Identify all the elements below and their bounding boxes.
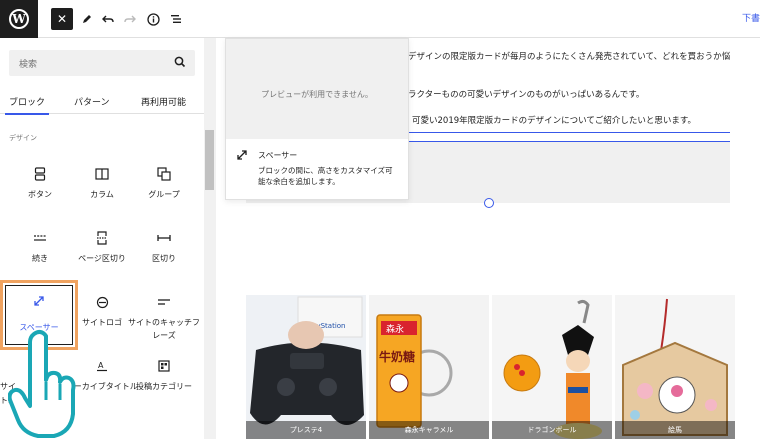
product-caption: ドラゴンボール	[492, 421, 612, 439]
block-more[interactable]: 続き	[8, 224, 72, 288]
product-image-dragonball[interactable]: ドラゴンボール	[492, 295, 612, 439]
caramel-top-label: 森永	[386, 323, 404, 335]
block-label: 投稿カテゴリー	[136, 382, 192, 391]
buttons-icon	[8, 166, 72, 182]
block-label: ページ区切り	[78, 254, 126, 263]
save-draft-link[interactable]: 下書	[742, 11, 760, 24]
scrollbar-thumb[interactable]	[205, 130, 214, 190]
product-caption: プレステ4	[246, 421, 366, 439]
pencil-icon	[83, 15, 91, 23]
product-image-ps4[interactable]: PlayStation プレステ4	[246, 295, 366, 439]
tab-reusable[interactable]: 再利用可能	[141, 95, 186, 108]
paragraph-line-1[interactable]: デザインの限定版カードが毎月のようにたくさん発売されていて、どれを買おうか悩	[408, 50, 730, 62]
list-view-button[interactable]	[165, 8, 187, 30]
block-label: 区切り	[152, 254, 176, 263]
category-heading-design: デザイン	[9, 134, 37, 142]
archive-title-icon: A	[70, 358, 134, 374]
block-site-logo[interactable]: サイトロゴ	[70, 288, 134, 352]
ps4-controller-picture: PlayStation	[246, 295, 366, 439]
block-site-tagline[interactable]: サイトのキャッチフレーズ	[128, 288, 200, 352]
paragraph-underline	[408, 132, 730, 133]
editor-root: W ✕ 下書 検索 ブロック パターン 再利用可能 デザイン ボタン カラム グ…	[0, 0, 760, 439]
search-placeholder: 検索	[19, 60, 38, 70]
tagline-icon	[132, 294, 196, 310]
page-break-icon	[70, 230, 134, 246]
caramel-keychain-picture: 森永 牛奶糖	[369, 295, 489, 439]
block-search-input[interactable]: 検索	[9, 50, 195, 76]
site-logo-icon	[70, 294, 134, 310]
block-page-break[interactable]: ページ区切り	[70, 224, 134, 288]
block-columns[interactable]: カラム	[70, 160, 134, 224]
caramel-main-label: 牛奶糖	[379, 349, 415, 364]
paragraph-line-2[interactable]: ラクターものの可愛いデザインのものがいっぱいあるんです。	[408, 88, 644, 100]
block-buttons[interactable]: ボタン	[8, 160, 72, 224]
separator-icon	[132, 230, 196, 246]
info-icon	[146, 12, 160, 26]
block-preview-popover: プレビューが利用できません。 スペーサー ブロックの間に、高さをカスタマイズ可能…	[225, 38, 409, 200]
block-label: ボタン	[28, 190, 52, 199]
more-icon	[8, 230, 72, 246]
group-icon	[132, 166, 196, 182]
product-caption: 絵馬	[615, 421, 735, 439]
ema-plaque-picture	[615, 295, 735, 439]
redo-button[interactable]	[119, 8, 141, 30]
product-image-ema[interactable]: 絵馬	[615, 295, 735, 439]
preview-block-description: ブロックの間に、高さをカスタマイズ可能な余白を追加します。	[258, 166, 393, 186]
tab-blocks[interactable]: ブロック	[4, 95, 50, 115]
post-categories-icon	[132, 358, 196, 374]
block-separator[interactable]: 区切り	[132, 224, 196, 288]
columns-icon	[70, 166, 134, 182]
spacer-icon	[3, 293, 75, 309]
block-post-categories[interactable]: 投稿カテゴリー	[132, 352, 196, 416]
block-label: サイトロゴ	[82, 318, 122, 327]
product-image-caramel[interactable]: 森永 牛奶糖 森永キャラメル	[369, 295, 489, 439]
tools-button[interactable]	[76, 8, 98, 30]
product-caption: 森永キャラメル	[369, 421, 489, 439]
preview-block-title: スペーサー	[258, 151, 298, 160]
block-label: 続き	[32, 254, 48, 263]
details-button[interactable]	[142, 8, 164, 30]
block-archive-title[interactable]: A アーカイブタイトル	[66, 352, 138, 416]
inserter-tabs: ブロック パターン 再利用可能	[0, 90, 204, 115]
spacer-resize-handle[interactable]	[484, 198, 494, 208]
block-label: サイトのキャッチフレーズ	[128, 318, 200, 340]
preview-area: プレビューが利用できません。	[226, 39, 408, 139]
block-group[interactable]: グループ	[132, 160, 196, 224]
tab-patterns[interactable]: パターン	[74, 95, 110, 108]
spacer-icon	[236, 149, 248, 164]
search-icon	[174, 56, 186, 68]
wordpress-logo[interactable]: W	[0, 0, 38, 38]
pointing-hand-icon	[8, 329, 76, 438]
block-label: カラム	[90, 190, 114, 199]
top-toolbar: W ✕ 下書	[0, 0, 760, 38]
svg-text:A: A	[98, 361, 104, 370]
paragraph-line-3[interactable]: 可愛い2019年限定版カードのデザインについてご紹介したいと思います。	[412, 114, 696, 126]
close-inserter-button[interactable]: ✕	[51, 8, 73, 30]
dragonball-keychain-picture	[492, 295, 612, 439]
undo-icon	[102, 15, 114, 23]
wordpress-icon: W	[9, 9, 29, 29]
preview-unavailable-text: プレビューが利用できません。	[261, 90, 373, 99]
undo-button[interactable]	[97, 8, 119, 30]
scrollbar-track[interactable]	[204, 38, 216, 439]
list-view-icon	[170, 15, 181, 23]
redo-icon	[124, 15, 136, 23]
block-label: グループ	[148, 190, 180, 199]
